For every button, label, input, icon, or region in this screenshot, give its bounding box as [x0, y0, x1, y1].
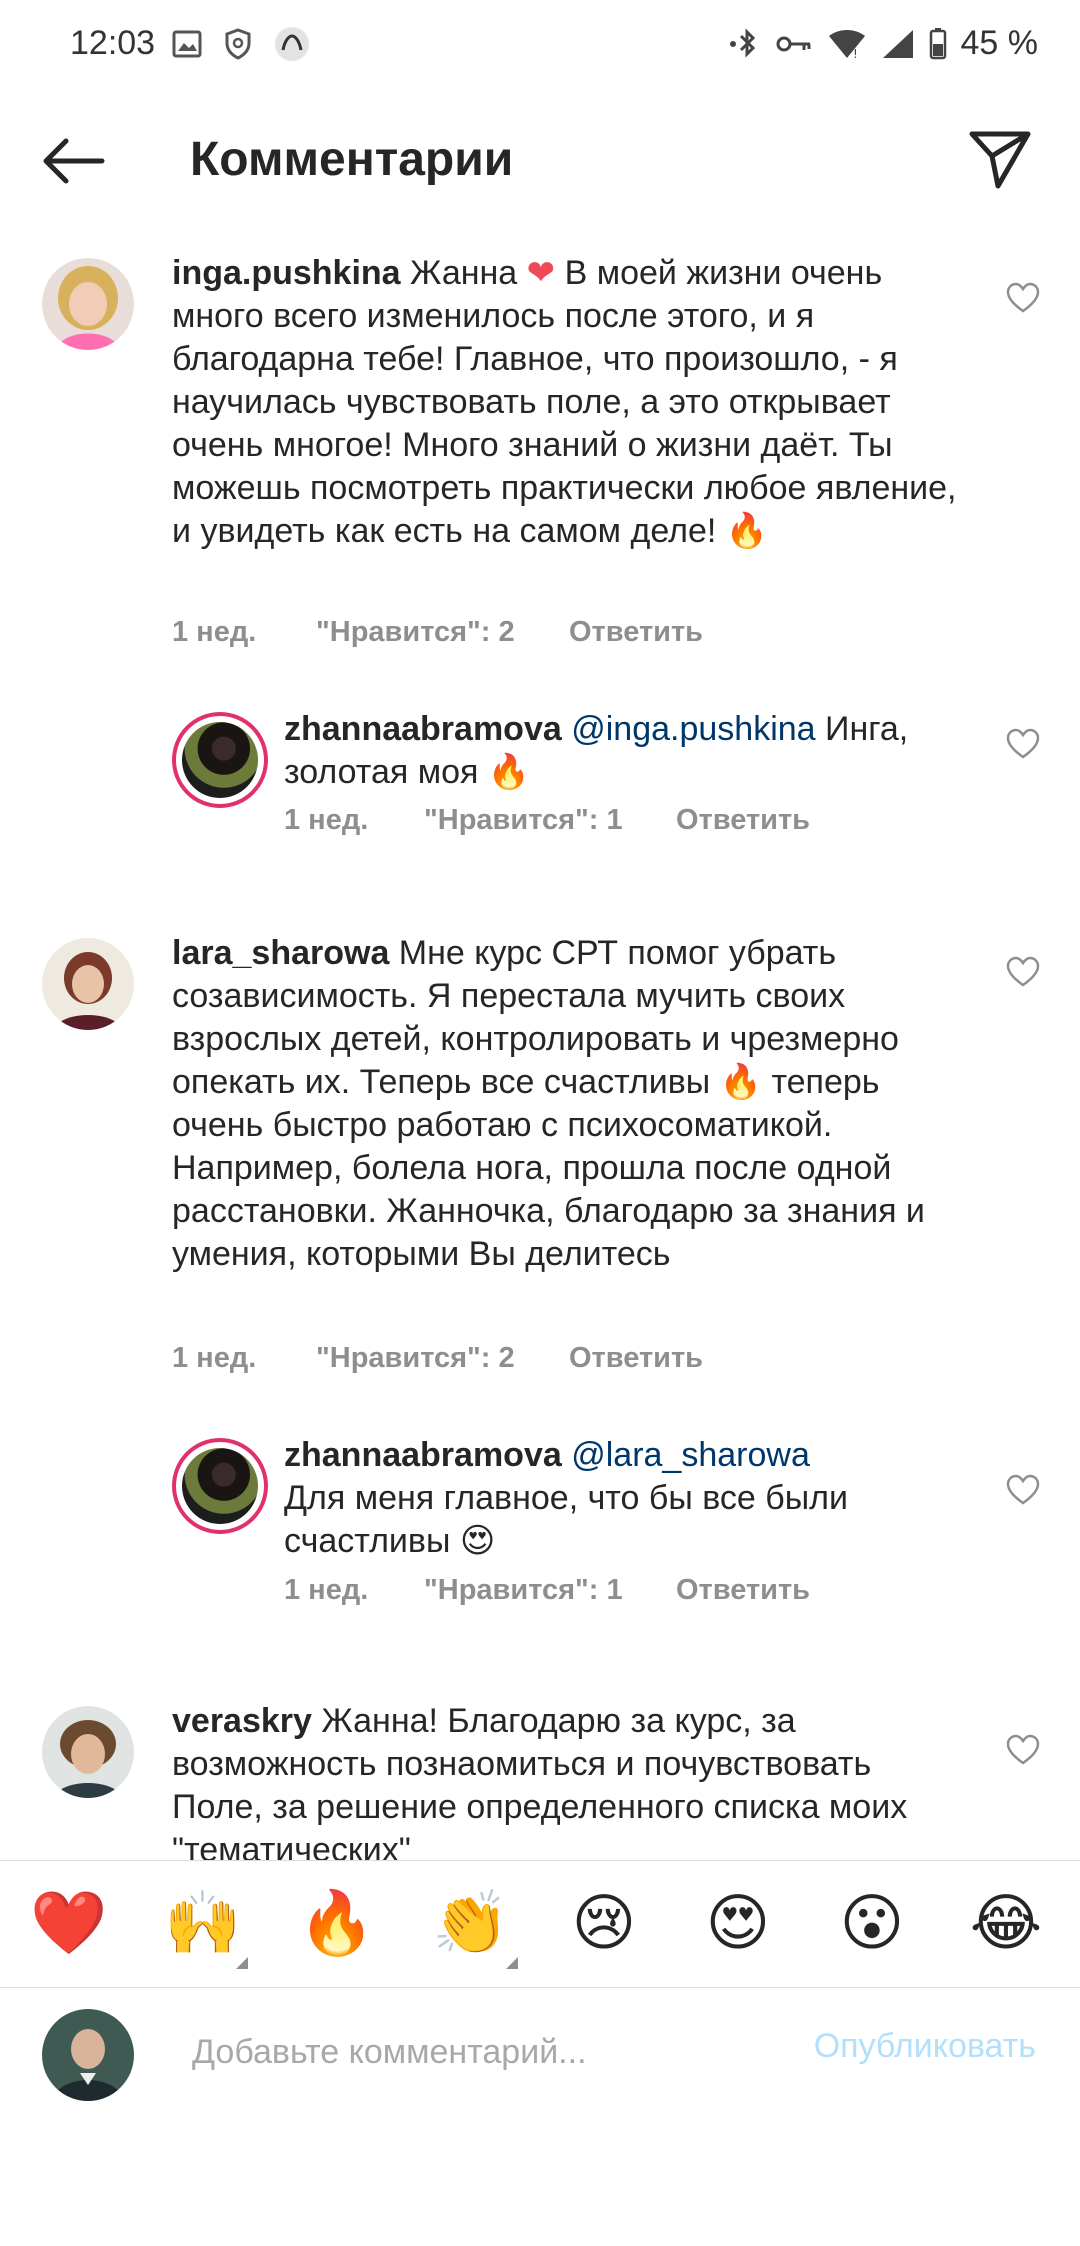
direct-send-icon[interactable]: [968, 128, 1032, 190]
comment-time: 1 нед.: [172, 616, 257, 648]
comment-time: 1 нед.: [284, 1574, 369, 1606]
current-user-avatar: [42, 2009, 134, 2101]
avatar-image: [42, 938, 134, 1030]
comment-meta: 1 нед. "Нравится": 2 Ответить: [172, 1342, 703, 1375]
page-title: Комментарии: [190, 133, 514, 186]
app-notification-icon: [275, 27, 309, 61]
back-arrow-icon[interactable]: [40, 136, 106, 186]
comments-screen: 12:03 ! 45 % Комментарии inga.pushkina Ж…: [0, 0, 1080, 2246]
battery-percent: 45 %: [960, 24, 1039, 62]
skin-tone-indicator: [236, 1957, 248, 1969]
wifi-icon: !: [828, 29, 865, 60]
comment-input[interactable]: [190, 2023, 754, 2081]
publish-button[interactable]: Опубликовать: [814, 2027, 1036, 2066]
comment-meta: 1 нед. "Нравится": 2 Ответить: [172, 616, 703, 649]
comment-list[interactable]: inga.pushkina Жанна ❤ В моей жизни очень…: [0, 232, 1080, 1860]
reaction-crying-face[interactable]: 😢: [566, 1885, 642, 1961]
avatar-image: [42, 258, 134, 350]
reply-button[interactable]: Ответить: [676, 804, 810, 837]
avatar-image: [182, 722, 258, 798]
status-time: 12:03: [70, 24, 156, 62]
comment-likes[interactable]: "Нравится": 2: [316, 616, 569, 649]
comment-text: veraskry Жанна! Благодарю за курс, за во…: [172, 1702, 908, 1860]
cellular-signal-icon: [882, 29, 913, 58]
quick-reactions-bar: ❤️ 🙌 🔥 👏 😢 😍 😮 😂: [0, 1860, 1080, 1988]
shield-icon: [225, 28, 251, 60]
heart-emoji: ❤: [526, 254, 556, 292]
comment-composer: Опубликовать: [0, 1987, 1080, 2127]
reply-button[interactable]: Ответить: [569, 1342, 703, 1375]
comment-likes[interactable]: "Нравится": 1: [424, 804, 676, 837]
comment-text: inga.pushkina Жанна ❤ В моей жизни очень…: [172, 254, 957, 550]
reaction-clapping-hands[interactable]: 👏: [432, 1885, 509, 1961]
avatar-image: [182, 1448, 258, 1524]
reply-button[interactable]: Ответить: [569, 616, 703, 649]
comment-username[interactable]: zhannaabramova: [284, 710, 562, 748]
reaction-raising-hands[interactable]: 🙌: [164, 1885, 241, 1961]
fire-emoji: 🔥: [487, 753, 531, 791]
avatar-story-ring[interactable]: [172, 1438, 268, 1534]
reaction-tears-of-joy[interactable]: 😂: [968, 1885, 1044, 1961]
comment-meta: 1 нед. "Нравится": 1 Ответить: [284, 804, 810, 837]
heart-outline-icon[interactable]: [1006, 956, 1040, 988]
status-left-icons: [172, 26, 310, 62]
heart-eyes-emoji: 😍: [459, 1522, 496, 1560]
fire-emoji: 🔥: [719, 1063, 763, 1101]
avatar[interactable]: [42, 938, 134, 1030]
comment-likes[interactable]: "Нравится": 1: [424, 1574, 676, 1607]
vpn-key-icon: [776, 36, 810, 51]
heart-outline-icon[interactable]: [1006, 1734, 1040, 1766]
reply-button[interactable]: Ответить: [676, 1574, 810, 1607]
fire-emoji: 🔥: [725, 512, 769, 550]
comment-username[interactable]: lara_sharowa: [172, 934, 389, 972]
bluetooth-icon: [729, 27, 755, 58]
avatar[interactable]: [42, 258, 134, 350]
heart-outline-icon[interactable]: [1006, 1474, 1040, 1506]
avatar-story-ring[interactable]: [172, 712, 268, 808]
skin-tone-indicator: [506, 1957, 518, 1969]
comment-username[interactable]: veraskry: [172, 1702, 312, 1740]
comment-username[interactable]: zhannaabramova: [284, 1436, 562, 1474]
mention-link[interactable]: @lara_sharowa: [571, 1436, 810, 1474]
status-bar: 12:03 ! 45 %: [0, 0, 1080, 92]
reaction-heart[interactable]: ❤️: [30, 1885, 107, 1961]
comment-text: zhannaabramova @inga.pushkina Инга, золо…: [284, 710, 909, 791]
comment-text: zhannaabramova @lara_sharowa Для меня гл…: [284, 1436, 848, 1560]
comment-likes[interactable]: "Нравится": 2: [316, 1342, 569, 1375]
battery-icon: [929, 27, 946, 59]
gallery-icon: [172, 30, 202, 58]
comment-username[interactable]: inga.pushkina: [172, 254, 401, 292]
avatar-image: [42, 1706, 134, 1798]
avatar-image: [42, 2009, 134, 2101]
reaction-surprised-face[interactable]: 😮: [834, 1885, 910, 1961]
reaction-heart-eyes[interactable]: 😍: [700, 1885, 776, 1961]
comment-time: 1 нед.: [172, 1342, 257, 1374]
svg-text:!: !: [853, 47, 858, 60]
heart-outline-icon[interactable]: [1006, 728, 1040, 760]
avatar[interactable]: [42, 1706, 134, 1798]
heart-outline-icon[interactable]: [1006, 282, 1040, 314]
mention-link[interactable]: @inga.pushkina: [571, 710, 815, 748]
reaction-fire[interactable]: 🔥: [298, 1885, 375, 1961]
status-right: ! 45 %: [729, 24, 1039, 63]
header: Комментарии: [0, 92, 1080, 232]
comment-time: 1 нед.: [284, 804, 369, 836]
comment-text: lara_sharowa Мне курс СРТ помог убрать с…: [172, 934, 925, 1273]
comment-meta: 1 нед. "Нравится": 1 Ответить: [284, 1574, 810, 1607]
